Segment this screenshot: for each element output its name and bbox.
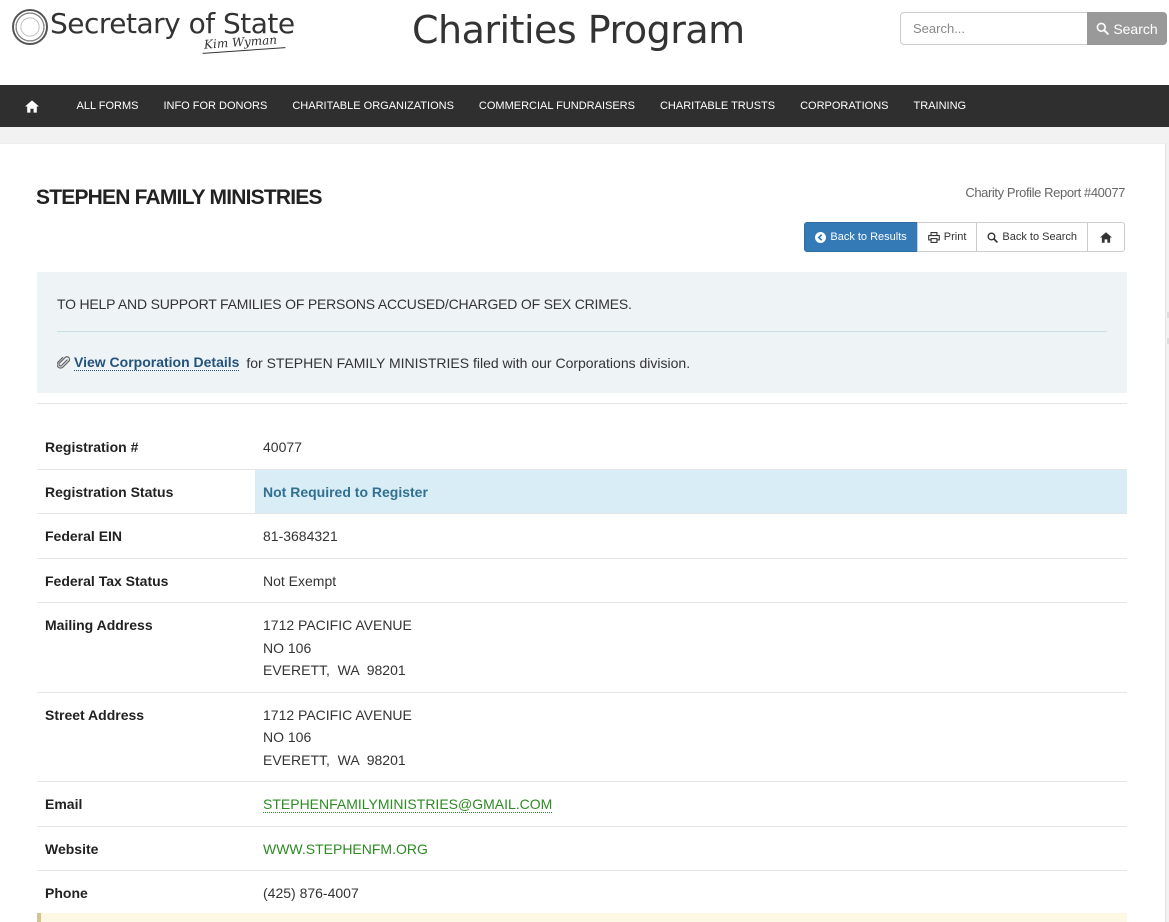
search-icon: [987, 231, 999, 243]
mailing-address: 1712 PACIFIC AVENUE NO 106 EVERETT, WA 9…: [255, 602, 1127, 692]
nav-commercial-fundraisers[interactable]: COMMERCIAL FUNDRAISERS: [466, 85, 647, 127]
nav-info-for-donors[interactable]: INFO FOR DONORS: [151, 85, 280, 127]
mission-statement: TO HELP AND SUPPORT FAMILIES OF PERSONS …: [57, 296, 632, 312]
detail-label: Registration #: [45, 439, 139, 455]
detail-label: Registration Status: [37, 468, 255, 514]
detail-label: Federal Tax Status: [37, 557, 255, 603]
corporation-details-text: for STEPHEN FAMILY MINISTRIES filed with…: [242, 354, 691, 371]
address-line: 1712 PACIFIC AVENUE: [263, 706, 412, 723]
print-button[interactable]: Print: [916, 222, 978, 252]
nav-training[interactable]: TRAINING: [901, 85, 979, 127]
table-row: Federal Tax Status Not Exempt: [37, 557, 1127, 603]
table-row: Registration # 40077: [37, 425, 1127, 469]
website-link[interactable]: WWW.STEPHENFM.ORG: [263, 841, 428, 857]
detail-label: Street Address: [37, 691, 255, 782]
address-line: NO 106: [263, 639, 312, 656]
nav-charitable-organizations[interactable]: CHARITABLE ORGANIZATIONS: [280, 85, 467, 127]
chevron-left-circle-icon: [815, 231, 827, 243]
nav-all-forms[interactable]: ALL FORMS: [64, 85, 151, 127]
nav-home[interactable]: [0, 85, 64, 127]
search-button[interactable]: Search: [1087, 12, 1167, 45]
notice-bar: [37, 913, 1127, 922]
nav-corporations[interactable]: CORPORATIONS: [788, 85, 901, 127]
home-icon: [25, 99, 39, 113]
registration-status: Not Required to Register: [255, 468, 1127, 514]
back-to-search-button[interactable]: Back to Search: [976, 222, 1088, 252]
paperclip-icon: [57, 355, 71, 369]
report-id: Charity Profile Report #40077: [965, 185, 1125, 200]
address-line: EVERETT, WA 98201: [263, 751, 406, 768]
mission-box: TO HELP AND SUPPORT FAMILIES OF PERSONS …: [37, 272, 1127, 393]
page-title: STEPHEN FAMILY MINISTRIES: [36, 186, 323, 209]
table-row: Street Address 1712 PACIFIC AVENUE NO 10…: [37, 691, 1127, 782]
registration-number: 40077: [263, 439, 302, 455]
search-icon: [1096, 22, 1110, 35]
federal-ein: 81-3684321: [255, 513, 1127, 558]
print-icon: [927, 231, 940, 243]
address-line: NO 106: [263, 729, 312, 745]
site-title: Charities Program: [412, 8, 745, 52]
profile-panel: STEPHEN FAMILY MINISTRIES Charity Profil…: [0, 143, 1166, 922]
table-row: Registration Status Not Required to Regi…: [37, 468, 1127, 514]
street-address: 1712 PACIFIC AVENUE NO 106 EVERETT, WA 9…: [255, 691, 1127, 782]
table-row: Phone (425) 876-4007: [37, 870, 1127, 915]
back-to-results-button[interactable]: Back to Results: [804, 222, 918, 252]
site-header: Secretary of State Kim Wyman Charities P…: [0, 0, 1169, 85]
state-seal-icon: [12, 9, 48, 45]
divider: [37, 403, 1127, 404]
search-button-label: Search: [1113, 20, 1158, 37]
divider: [57, 331, 1107, 332]
table-row: Email STEPHENFAMILYMINISTRIES@GMAIL.COM: [37, 781, 1127, 826]
nav-charitable-trusts[interactable]: CHARITABLE TRUSTS: [647, 85, 787, 127]
secretary-of-state-logo[interactable]: Secretary of State Kim Wyman: [12, 7, 295, 59]
corporation-details-line: View Corporation Details for STEPHEN FAM…: [57, 354, 690, 371]
address-line: 1712 PACIFIC AVENUE: [263, 617, 412, 633]
table-row: Website WWW.STEPHENFM.ORG: [37, 825, 1127, 871]
email-cell: STEPHENFAMILYMINISTRIES@GMAIL.COM: [255, 781, 1127, 826]
back-to-search-label: Back to Search: [1002, 231, 1077, 243]
federal-tax-status: Not Exempt: [255, 557, 1127, 603]
print-label: Print: [943, 231, 967, 243]
main-nav: ALL FORMS INFO FOR DONORS CHARITABLE ORG…: [0, 85, 1169, 127]
detail-label: Mailing Address: [37, 602, 255, 692]
action-button-group: Back to Results Print Back to Search: [804, 222, 1125, 252]
website-cell: WWW.STEPHENFM.ORG: [255, 825, 1127, 871]
home-icon: [1100, 231, 1112, 243]
search-input[interactable]: [900, 12, 1088, 45]
home-button[interactable]: [1087, 222, 1125, 252]
detail-label: Federal EIN: [37, 513, 255, 558]
table-row: Mailing Address 1712 PACIFIC AVENUE NO 1…: [37, 602, 1127, 692]
email-link[interactable]: STEPHENFAMILYMINISTRIES@GMAIL.COM: [263, 796, 553, 813]
view-corporation-details-link[interactable]: View Corporation Details: [74, 354, 240, 371]
detail-label: Email: [37, 781, 255, 826]
detail-label: Phone: [37, 870, 255, 915]
detail-label: Website: [37, 825, 255, 871]
table-row: Federal EIN 81-3684321: [37, 513, 1127, 558]
address-line: EVERETT, WA 98201: [263, 662, 406, 678]
back-to-results-label: Back to Results: [830, 231, 907, 243]
phone-number: (425) 876-4007: [255, 870, 1127, 915]
profile-details-table: Registration # 40077 Registration Status…: [37, 425, 1127, 915]
